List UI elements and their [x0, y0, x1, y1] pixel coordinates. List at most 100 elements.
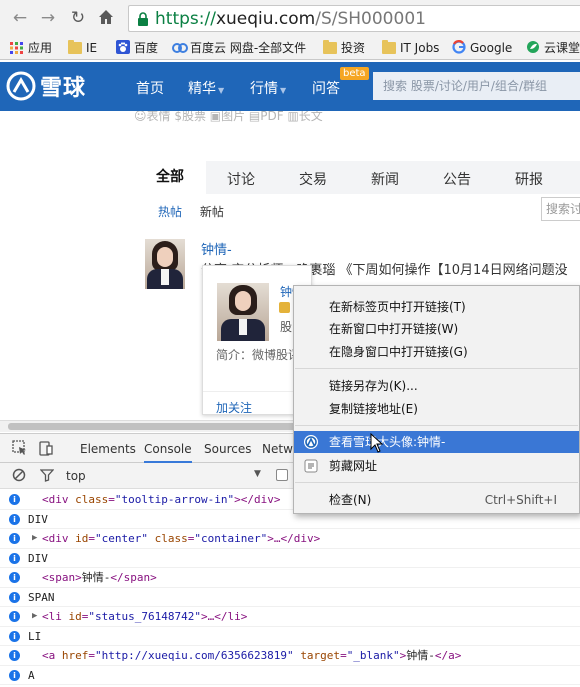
menu-separator [295, 425, 578, 426]
tab-announcement[interactable]: 公告 [443, 169, 471, 189]
bookmarks-bar: 应用 IE 百度 百度云 网盘-全部文件 投资 IT Jobs Google 云… [0, 36, 580, 60]
feed-subtabs: 热帖 新帖 [158, 203, 238, 220]
console-html-node[interactable]: <div class="tooltip-arrow-in"></div> [42, 490, 280, 509]
card-bio: 简介：微博股评 [216, 348, 301, 362]
info-icon: i [9, 591, 20, 603]
site-search-input[interactable]: 搜索 股票/讨论/用户/组合/群组 [373, 72, 580, 100]
forward-arrow-icon[interactable]: → [38, 8, 58, 28]
context-menu: 在新标签页中打开链接(T) 在新窗口中打开链接(W) 在隐身窗口中打开链接(G)… [293, 285, 580, 514]
mouse-pointer-icon [370, 432, 384, 456]
expand-triangle-icon[interactable]: ▶ [32, 529, 37, 548]
bookmark-label: 投资 [341, 41, 366, 55]
clear-console-icon[interactable] [12, 468, 26, 485]
tab-all[interactable]: 全部 [134, 161, 206, 194]
site-logo-text[interactable]: 雪球 [40, 70, 86, 102]
bookmark-ie[interactable]: IE [68, 39, 97, 57]
tab-research[interactable]: 研报 [515, 169, 543, 189]
verified-badge-icon [279, 302, 290, 313]
url-text: https://xueqiu.com/S/SH000001 [155, 9, 426, 29]
console-row: iA [0, 666, 580, 685]
tab-trade[interactable]: 交易 [299, 169, 327, 189]
bookmark-label: IE [86, 41, 98, 55]
menu-open-new-tab[interactable]: 在新标签页中打开链接(T) [294, 296, 579, 318]
menu-clip-url[interactable]: 剪藏网址 [294, 455, 579, 477]
tab-discussion[interactable]: 讨论 [227, 169, 255, 189]
console-row: i <a href="http://xueqiu.com/6356623819" … [0, 646, 580, 666]
info-icon: i [9, 513, 20, 525]
bookmark-invest[interactable]: 投资 [323, 39, 365, 57]
context-selector[interactable]: top [66, 469, 86, 483]
tab-news[interactable]: 新闻 [371, 169, 399, 189]
menu-open-incognito[interactable]: 在隐身窗口中打开链接(G) [294, 341, 579, 363]
chevron-down-icon: ▼ [280, 86, 287, 95]
console-node-name: SPAN [28, 590, 55, 604]
subtab-new[interactable]: 新帖 [200, 205, 224, 219]
nav-market[interactable]: 行情 ▼ [250, 78, 286, 98]
console-row: i LI [0, 627, 580, 646]
folder-icon [323, 40, 337, 54]
feed-search-input[interactable]: 搜索讨 [541, 197, 580, 221]
console-output: i <div class="tooltip-arrow-in"></div> i DI… [0, 490, 580, 685]
chevron-down-icon[interactable]: ▼ [254, 469, 261, 479]
console-html-node[interactable]: <span>钟情-</span> [42, 568, 157, 587]
menu-save-link-as[interactable]: 链接另存为(K)... [294, 375, 579, 397]
subtab-hot[interactable]: 热帖 [158, 205, 182, 219]
bookmark-apps[interactable]: 应用 [10, 39, 52, 57]
bookmark-baidu-cloud[interactable]: 百度云 网盘-全部文件 [172, 39, 306, 57]
chevron-down-icon: ▼ [218, 86, 225, 95]
console-node-name: LI [28, 629, 42, 643]
leaf-icon [526, 40, 540, 53]
console-html-node[interactable]: <a href="http://xueqiu.com/6356623819" t… [42, 646, 461, 665]
expand-triangle-icon[interactable]: ▶ [32, 607, 37, 626]
console-row: i <span>钟情-</span> [0, 568, 580, 588]
tab-sources[interactable]: Sources [204, 442, 251, 456]
address-bar[interactable]: https://xueqiu.com/S/SH000001 [128, 5, 580, 32]
filter-icon[interactable] [39, 468, 55, 485]
tab-console[interactable]: Console [144, 442, 192, 463]
back-arrow-icon[interactable]: ← [10, 8, 30, 28]
info-icon: i [9, 611, 20, 622]
bookmark-label: IT Jobs [400, 41, 440, 55]
xueqiu-logo-icon[interactable] [6, 71, 36, 101]
home-icon[interactable] [96, 8, 116, 28]
avatar[interactable] [145, 239, 185, 289]
follow-button[interactable]: 加关注 [216, 399, 252, 416]
console-node-name: A [28, 668, 35, 682]
editor-toolbar[interactable]: ☺表情 $股票 ▣图片 ▤PDF ▥长文 [134, 111, 323, 124]
device-toggle-icon[interactable] [38, 440, 54, 459]
beta-badge: beta [340, 67, 369, 80]
google-g-icon [452, 40, 466, 54]
bookmark-it-jobs[interactable]: IT Jobs [382, 39, 439, 57]
nav-qa[interactable]: 问答 [312, 78, 340, 98]
bookmark-cloud-class[interactable]: 云课堂 [526, 39, 580, 57]
menu-inspect[interactable]: 检查(N) Ctrl+Shift+I [294, 489, 579, 511]
console-html-node[interactable]: <div id="center" class="container">…</di… [42, 529, 320, 548]
nav-home[interactable]: 首页 [136, 78, 164, 98]
card-meta: 股 [280, 320, 293, 334]
post-author-link[interactable]: 钟情- [201, 239, 232, 258]
menu-open-new-window[interactable]: 在新窗口中打开链接(W) [294, 318, 579, 340]
console-html-node[interactable]: <li id="status_76148742">…</li> [42, 607, 247, 626]
console-row: i SPAN [0, 588, 580, 607]
bookmark-label: 应用 [28, 41, 53, 55]
bookmark-google[interactable]: Google [452, 39, 512, 57]
scrollbar-thumb[interactable] [8, 423, 328, 430]
preserve-log-checkbox[interactable] [276, 469, 288, 481]
card-avatar[interactable] [217, 283, 269, 341]
feed-tabs: 全部 讨论 交易 新闻 公告 研报 [134, 161, 580, 194]
folder-icon [382, 40, 396, 54]
lock-icon [137, 12, 149, 29]
menu-item-label: 查看雪球大头像:钟情- [329, 435, 446, 449]
tab-elements[interactable]: Elements [80, 442, 136, 456]
menu-item-label: 剪藏网址 [329, 459, 378, 473]
nav-featured[interactable]: 精华 ▼ [188, 78, 224, 98]
bookmark-label: 百度云 网盘-全部文件 [190, 41, 307, 55]
inspect-element-icon[interactable] [12, 440, 28, 459]
bookmark-baidu[interactable]: 百度 [116, 39, 158, 57]
menu-copy-link-address[interactable]: 复制链接地址(E) [294, 398, 579, 420]
reload-icon[interactable]: ↻ [68, 8, 88, 28]
baidu-paw-icon [116, 40, 130, 54]
bookmark-label: 云课堂 [544, 41, 580, 55]
menu-separator [295, 482, 578, 483]
menu-view-xueqiu-avatar[interactable]: 查看雪球大头像:钟情- [294, 431, 579, 453]
